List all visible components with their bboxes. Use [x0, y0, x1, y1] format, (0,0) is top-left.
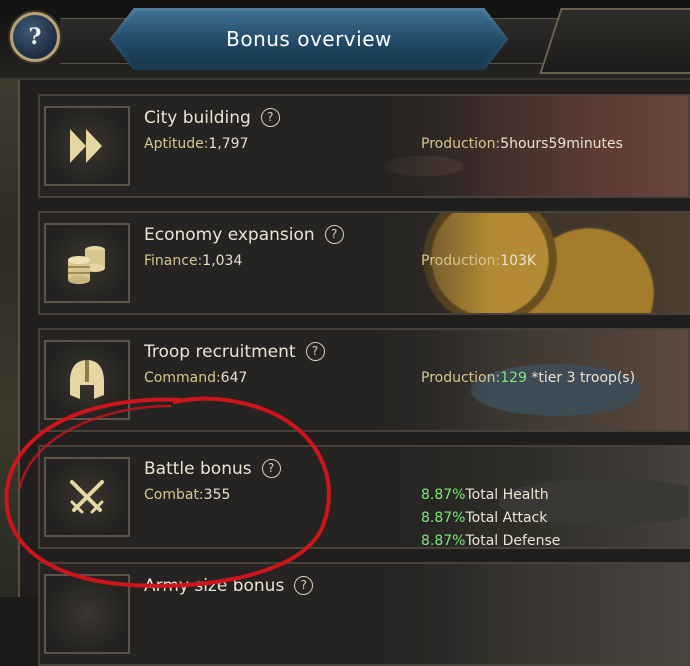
help-button[interactable]: ? [10, 12, 60, 62]
bonus-percent: 8.87% [421, 510, 466, 526]
bonus-line-health: 8.87%Total Health [421, 487, 549, 503]
bonus-line-defense: 8.87%Total Defense [421, 533, 561, 549]
card-title: Troop recruitment [144, 342, 296, 362]
stat-row: Combat:355 [144, 487, 230, 503]
stat-value: 1,797 [208, 136, 249, 152]
production-label: Production: [421, 370, 501, 386]
double-chevron-icon [70, 129, 102, 163]
card-army-size-bonus: Army size bonus? [38, 562, 690, 666]
stat-value: 1,034 [202, 253, 243, 269]
card-title: City building [144, 108, 251, 128]
help-question-icon[interactable]: ? [324, 225, 344, 244]
card-title: Economy expansion [144, 225, 315, 245]
production-row: Production:103K [421, 253, 536, 269]
card-title-row: Economy expansion? [144, 225, 344, 245]
stat-value: 647 [220, 370, 248, 386]
card-title-row: Army size bonus? [144, 576, 314, 596]
stat-name: Command: [144, 370, 221, 386]
city-building-icon-box [44, 106, 130, 186]
help-question-icon[interactable]: ? [260, 108, 280, 127]
help-question-icon[interactable]: ? [294, 576, 314, 595]
page-title: Bonus overview [226, 27, 392, 51]
bonus-label: Total Attack [465, 510, 548, 526]
production-suffix: *tier 3 troop(s) [526, 370, 636, 386]
bonus-label: Total Health [465, 487, 549, 503]
card-title-row: Troop recruitment? [144, 342, 325, 362]
stat-row: Aptitude:1,797 [144, 136, 249, 152]
card-economy-expansion: Economy expansion? Finance:1,034 Product… [38, 211, 690, 315]
card-title-row: Battle bonus? [144, 459, 281, 479]
title-plate: Bonus overview [110, 8, 508, 70]
bonus-percent: 8.87% [421, 533, 466, 549]
stat-name: Combat: [144, 487, 204, 503]
production-troop-count: 129 [500, 370, 527, 386]
helmet-icon [70, 360, 104, 399]
production-value: 103K [500, 253, 537, 269]
stat-name: Aptitude: [144, 136, 209, 152]
header-bar: Bonus overview ? [0, 0, 690, 80]
production-label: Production: [421, 253, 501, 269]
troop-icon-box [44, 340, 130, 420]
help-question-icon[interactable]: ? [261, 459, 281, 478]
army-icon-box [44, 574, 130, 654]
scene-fade [350, 564, 490, 664]
production-value: 5hours59minutes [500, 136, 623, 152]
battle-icon-box [44, 457, 130, 537]
production-label: Production: [421, 136, 501, 152]
header-right-plate [539, 8, 690, 74]
bonus-percent: 8.87% [421, 487, 466, 503]
stat-row: Command:647 [144, 370, 247, 386]
card-title: Battle bonus [144, 459, 252, 479]
bonus-label: Total Defense [465, 533, 561, 549]
economy-icon-box [44, 223, 130, 303]
production-row: Production:129 *tier 3 troop(s) [421, 370, 635, 386]
stat-name: Finance: [144, 253, 203, 269]
card-battle-bonus: Battle bonus? Combat:355 8.87%Total Heal… [38, 445, 690, 549]
production-row: Production:5hours59minutes [421, 136, 623, 152]
card-troop-recruitment: Troop recruitment? Command:647 Productio… [38, 328, 690, 432]
card-title-row: City building? [144, 108, 280, 128]
card-title: Army size bonus [144, 576, 285, 596]
crossed-swords-icon [70, 480, 104, 514]
background-map-strip [0, 0, 18, 597]
card-city-building: City building? Aptitude:1,797 Production… [38, 94, 690, 198]
stat-row: Finance:1,034 [144, 253, 242, 269]
bonus-line-attack: 8.87%Total Attack [421, 510, 547, 526]
coin-stack-icon [68, 246, 105, 284]
stat-value: 355 [203, 487, 231, 503]
help-question-icon[interactable]: ? [305, 342, 325, 361]
